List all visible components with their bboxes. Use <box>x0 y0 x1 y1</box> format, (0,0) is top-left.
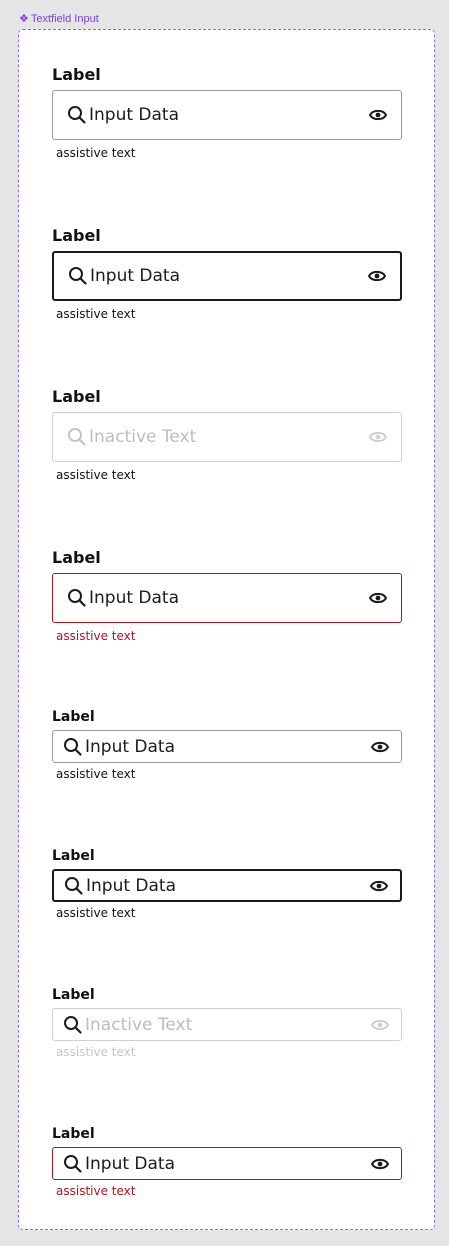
component-diamond-icon: ❖ <box>19 12 29 25</box>
eye-icon[interactable] <box>371 740 389 754</box>
assistive-text: assistive text <box>56 1045 136 1059</box>
text-input[interactable]: Input Data <box>52 730 402 763</box>
input-value: Input Data <box>85 736 176 757</box>
field-label: Label <box>52 709 95 725</box>
eye-icon <box>371 1018 389 1032</box>
field-label: Label <box>52 987 95 1003</box>
text-input[interactable]: Input Data <box>52 869 402 902</box>
eye-icon[interactable] <box>368 269 386 283</box>
textfield-small-error: Label Input Data assistive text <box>52 1126 402 1199</box>
field-label: Label <box>52 226 101 245</box>
input-value: Input Data <box>90 266 181 286</box>
search-icon <box>64 876 84 896</box>
assistive-text: assistive text <box>56 767 136 781</box>
field-label: Label <box>52 387 101 406</box>
input-value: Input Data <box>86 875 177 896</box>
text-input: Inactive Text <box>52 1008 402 1041</box>
search-icon <box>67 427 87 447</box>
assistive-text: assistive text <box>56 906 136 920</box>
textfield-small-focused: Label Input Data assistive text <box>52 848 402 921</box>
input-value: Input Data <box>89 105 180 125</box>
search-icon <box>63 1154 83 1174</box>
search-icon <box>63 737 83 757</box>
text-input: Inactive Text <box>52 412 402 462</box>
text-input[interactable]: Input Data <box>52 573 402 623</box>
input-value: Input Data <box>89 588 180 608</box>
field-label: Label <box>52 1126 95 1142</box>
input-placeholder: Inactive Text <box>89 427 197 447</box>
textfield-large-error: Label Input Data assistive text <box>52 548 402 644</box>
assistive-text: assistive text <box>56 146 136 160</box>
textfield-large-default: Label Input Data assistive text <box>52 65 402 161</box>
eye-icon[interactable] <box>369 591 387 605</box>
eye-icon[interactable] <box>370 879 388 893</box>
component-frame: Label Input Data assistive text Label In… <box>18 29 435 1230</box>
assistive-text: assistive text <box>56 468 136 482</box>
search-icon <box>68 266 88 286</box>
textfield-large-focused: Label Input Data assistive text <box>52 226 402 322</box>
text-input[interactable]: Input Data <box>52 1147 402 1180</box>
input-placeholder: Inactive Text <box>85 1014 193 1035</box>
assistive-text: assistive text <box>56 307 136 321</box>
textfield-small-disabled: Label Inactive Text assistive text <box>52 987 402 1060</box>
component-tag-label: Textfield Input <box>30 13 99 25</box>
field-label: Label <box>52 65 101 84</box>
search-icon <box>67 588 87 608</box>
assistive-text: assistive text <box>56 1184 136 1198</box>
field-label: Label <box>52 548 101 567</box>
field-label: Label <box>52 848 95 864</box>
text-input[interactable]: Input Data <box>52 251 402 301</box>
eye-icon[interactable] <box>371 1157 389 1171</box>
search-icon <box>63 1015 83 1035</box>
component-tag: ❖ Textfield Input <box>19 13 99 25</box>
textfield-small-default: Label Input Data assistive text <box>52 709 402 782</box>
textfield-large-disabled: Label Inactive Text assistive text <box>52 387 402 483</box>
eye-icon <box>369 430 387 444</box>
text-input[interactable]: Input Data <box>52 90 402 140</box>
assistive-text: assistive text <box>56 629 136 643</box>
input-value: Input Data <box>85 1153 176 1174</box>
search-icon <box>67 105 87 125</box>
eye-icon[interactable] <box>369 108 387 122</box>
